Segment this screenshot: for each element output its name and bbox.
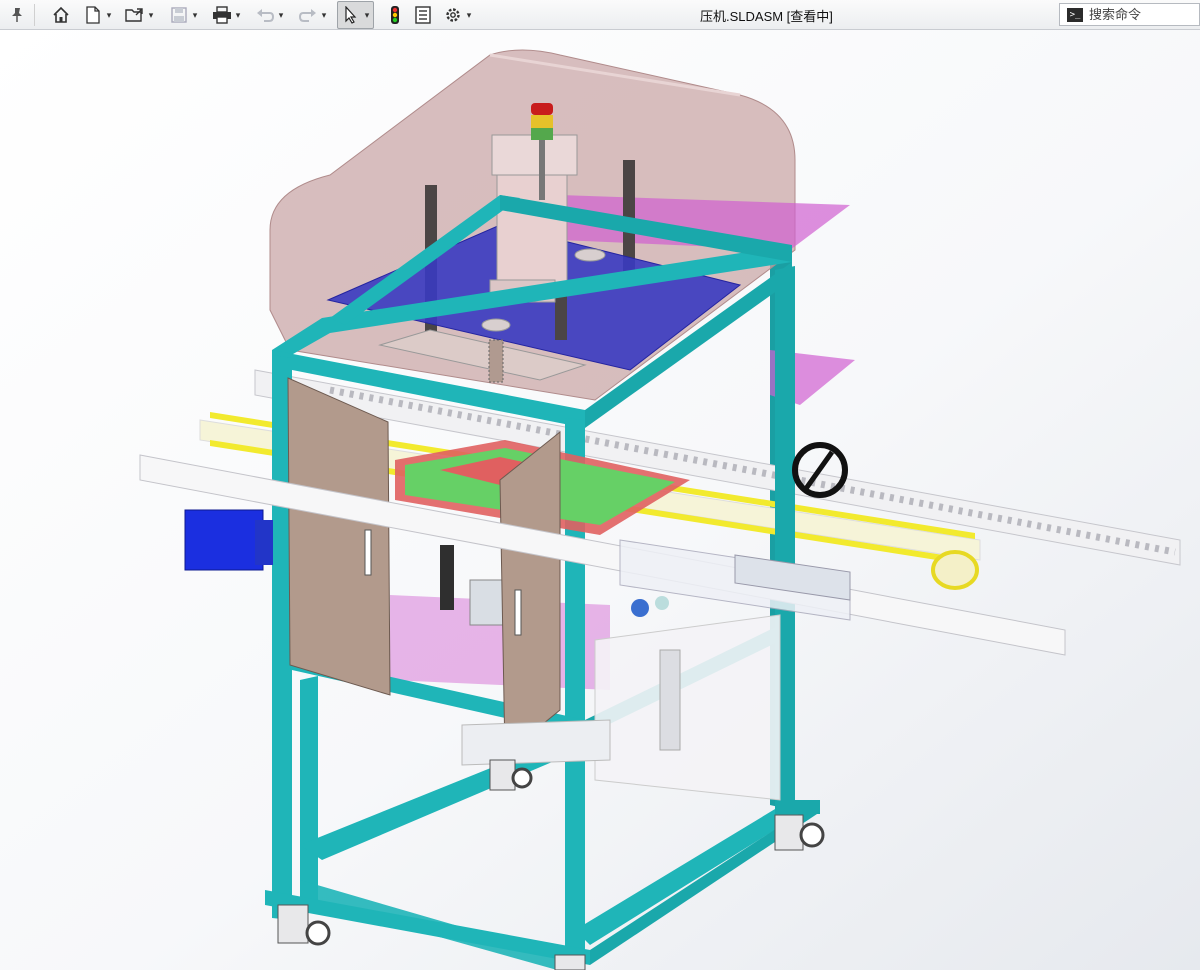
command-search[interactable]: >_ bbox=[1059, 3, 1200, 26]
chevron-down-icon[interactable]: ▾ bbox=[234, 10, 242, 21]
pin-icon[interactable] bbox=[10, 7, 24, 23]
rebuild-button[interactable] bbox=[384, 3, 406, 27]
undo-icon bbox=[254, 4, 276, 26]
open-folder-icon bbox=[124, 4, 146, 26]
select-button[interactable]: ▾ bbox=[337, 1, 374, 29]
chevron-down-icon[interactable]: ▾ bbox=[465, 10, 473, 21]
chevron-down-icon[interactable]: ▾ bbox=[363, 10, 371, 21]
save-button[interactable]: ▾ bbox=[168, 3, 199, 27]
home-icon bbox=[50, 4, 72, 26]
command-bar: ▾ ▾ ▾ ▾ ▾ ▾ ▾ ▾ 压机.SLDASM [查看中] >_ 搜索命令 bbox=[0, 0, 1200, 30]
redo-icon bbox=[297, 4, 319, 26]
command-prompt-icon: >_ bbox=[1067, 7, 1083, 22]
print-button[interactable]: ▾ bbox=[211, 3, 242, 27]
search-input[interactable] bbox=[1089, 7, 1189, 22]
new-document-icon bbox=[82, 4, 104, 26]
redo-button[interactable]: ▾ bbox=[297, 3, 328, 27]
chevron-down-icon[interactable]: ▾ bbox=[277, 10, 285, 21]
left-door[interactable] bbox=[287, 377, 391, 696]
chevron-down-icon[interactable]: ▾ bbox=[320, 10, 328, 21]
new-document-button[interactable]: ▾ bbox=[82, 3, 113, 27]
pointer-icon bbox=[340, 4, 362, 26]
open-button[interactable]: ▾ bbox=[124, 3, 155, 27]
right-door[interactable] bbox=[499, 430, 561, 757]
save-icon bbox=[168, 4, 190, 26]
gear-icon bbox=[442, 4, 464, 26]
undo-button[interactable]: ▾ bbox=[254, 3, 285, 27]
toolbar-separator bbox=[34, 4, 35, 26]
options-button[interactable]: ▾ bbox=[442, 3, 473, 27]
file-properties-button[interactable] bbox=[412, 3, 434, 27]
document-title: 压机.SLDASM [查看中] bbox=[700, 9, 833, 24]
chevron-down-icon[interactable]: ▾ bbox=[191, 10, 199, 21]
chevron-down-icon[interactable]: ▾ bbox=[147, 10, 155, 21]
print-icon bbox=[211, 4, 233, 26]
file-properties-icon bbox=[412, 4, 434, 26]
chevron-down-icon[interactable]: ▾ bbox=[105, 10, 113, 21]
traffic-light-icon bbox=[384, 4, 406, 26]
graphics-area[interactable] bbox=[0, 30, 1200, 970]
home-button[interactable] bbox=[50, 3, 72, 27]
